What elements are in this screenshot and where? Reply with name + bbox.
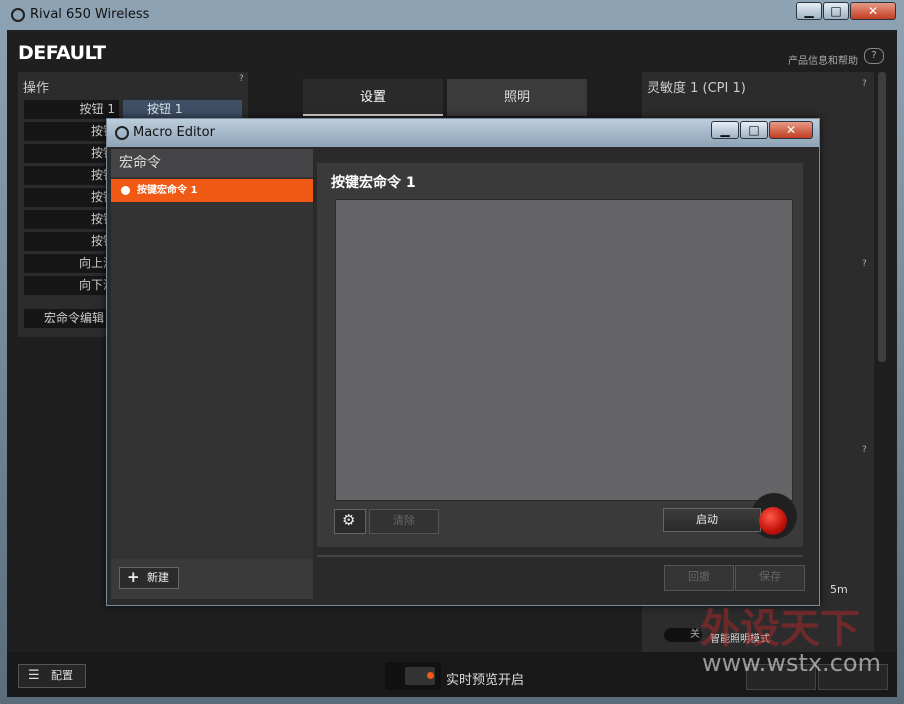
operations-title: 操作 (23, 81, 50, 96)
close-button[interactable]: ✕ (850, 2, 896, 20)
new-macro-button[interactable]: + 新建 (119, 567, 179, 589)
sensitivity-help-icon[interactable]: ? (862, 79, 867, 89)
operation-row[interactable]: 向上滚 (24, 254, 119, 273)
macro-detail-title: 按键宏命令 1 (331, 175, 416, 191)
toggle-indicator-icon (427, 672, 434, 679)
live-preview-label: 实时预览开启 (446, 673, 525, 688)
plus-icon: + (127, 568, 140, 586)
help-chat-icon[interactable]: ? (864, 48, 884, 64)
clear-button[interactable]: 清除 (369, 509, 439, 534)
smart-lighting-toggle[interactable]: 关 (664, 628, 702, 642)
macro-list-header: 宏命令 (111, 149, 313, 177)
operation-row[interactable]: 按钮 1 (24, 100, 119, 119)
dialog-close-button[interactable]: ✕ (769, 121, 813, 139)
dialog-title: Macro Editor (133, 125, 215, 140)
maximize-button[interactable]: □ (823, 2, 849, 20)
watermark-url: www.wstx.com (702, 649, 881, 677)
minimize-button[interactable]: ▁ (796, 2, 822, 20)
window-title: Rival 650 Wireless (30, 7, 150, 22)
config-button-label: 配置 (51, 669, 73, 682)
save-button[interactable]: 保存 (735, 565, 805, 591)
tab-settings[interactable]: 设置 (303, 79, 443, 116)
panel-help-icon[interactable]: ? (862, 259, 867, 269)
operation-row[interactable]: 按钮 (24, 166, 119, 185)
watermark-text: 外设天下 (700, 606, 860, 652)
steelseries-logo-icon (115, 126, 129, 140)
macro-list-pane (111, 149, 313, 599)
dialog-title-bar: Macro Editor ▁ □ ✕ (107, 119, 819, 147)
selected-dot-icon (121, 186, 130, 195)
help-link[interactable]: 产品信息和帮助 (788, 52, 858, 67)
dialog-minimize-button[interactable]: ▁ (711, 121, 739, 139)
scrollbar-thumb[interactable] (878, 72, 886, 362)
macro-settings-button[interactable]: ⚙ (334, 509, 366, 534)
operation-row[interactable]: 按钮 (24, 144, 119, 163)
macro-editor-dialog: Macro Editor ▁ □ ✕ 宏命令 按键宏命令 1 + 新建 按键宏命… (106, 118, 820, 606)
gear-icon: ⚙ (342, 511, 356, 529)
panel-help-icon[interactable]: ? (862, 445, 867, 455)
dialog-maximize-button[interactable]: □ (740, 121, 768, 139)
operations-help-icon[interactable]: ? (239, 74, 244, 84)
list-icon: ☰ (28, 668, 40, 683)
dialog-divider (317, 555, 803, 557)
operation-row[interactable]: 按钮 (24, 210, 119, 229)
timeout-label: 5m (830, 583, 848, 596)
operation-row[interactable]: 向下滚 (24, 276, 119, 295)
record-icon[interactable] (759, 507, 787, 535)
assigned-action[interactable]: 按钮 1 (123, 100, 242, 119)
new-macro-button-label: 新建 (147, 571, 169, 584)
start-record-button[interactable]: 启动 (663, 508, 761, 532)
revert-button[interactable]: 回撤 (664, 565, 734, 591)
config-button[interactable]: ☰ 配置 (18, 664, 86, 688)
operation-row[interactable]: 按钮 (24, 122, 119, 141)
operation-row[interactable]: 按钮 (24, 188, 119, 207)
live-preview-toggle[interactable] (385, 662, 441, 690)
window-title-bar: Rival 650 Wireless ▁ □ ✕ (0, 0, 904, 30)
macro-recording-area[interactable] (335, 199, 793, 501)
sensitivity-title: 灵敏度 1 (CPI 1) (647, 81, 746, 96)
profile-name: DEFAULT (18, 42, 106, 64)
macro-list-item[interactable]: 按键宏命令 1 (111, 179, 313, 202)
steelseries-logo-icon (11, 8, 25, 22)
tab-lighting[interactable]: 照明 (447, 79, 587, 116)
operation-row[interactable]: 按钮 (24, 232, 119, 251)
